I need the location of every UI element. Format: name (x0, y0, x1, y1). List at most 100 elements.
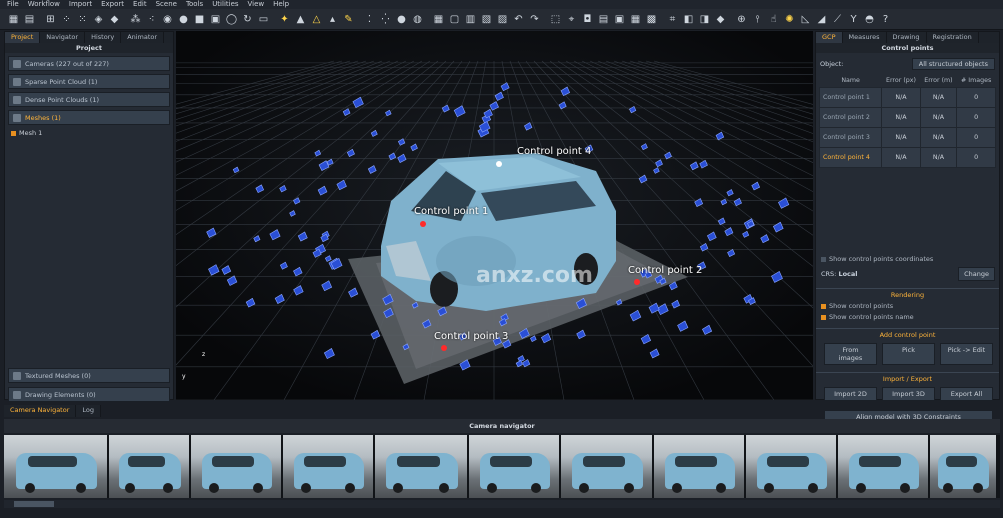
warning-icon[interactable]: △ (309, 12, 324, 27)
undo-icon[interactable]: ↶ (511, 12, 526, 27)
help-icon[interactable]: ? (878, 12, 893, 27)
import-2d-button[interactable]: Import 2D (824, 387, 877, 401)
menu-scene[interactable]: Scene (156, 0, 177, 9)
change-crs-button[interactable]: Change (958, 267, 995, 281)
split-icon[interactable]: ◧ (681, 12, 696, 27)
table-row[interactable]: Control point 4 N/A N/A 0 (818, 147, 996, 168)
tab-registration[interactable]: Registration (927, 32, 979, 43)
frame-icon[interactable]: ▢ (447, 12, 462, 27)
grid-icon[interactable]: ⊞ (43, 12, 58, 27)
orbit-icon[interactable]: ◯ (224, 12, 239, 27)
tab-camera-navigator[interactable]: Camera Navigator (4, 405, 77, 417)
object-select[interactable]: All structured objects (911, 58, 995, 70)
points-icon[interactable]: ⁘ (59, 12, 74, 27)
thumbnail-scrollbar[interactable] (4, 500, 1000, 508)
triangle-icon[interactable]: ▲ (293, 12, 308, 27)
column-header[interactable]: Error (px) (882, 74, 920, 88)
camera-thumbnail[interactable] (930, 435, 996, 498)
sphere-icon[interactable]: ● (394, 12, 409, 27)
solid-icon[interactable]: ■ (192, 12, 207, 27)
box-icon[interactable]: ▭ (256, 12, 271, 27)
column-header[interactable]: # Images (957, 74, 996, 88)
menu-view[interactable]: View (248, 0, 265, 9)
show-control-points-name-checkbox[interactable]: Show control points name (821, 313, 999, 321)
new-project-icon[interactable]: ▦ (6, 12, 21, 27)
brush-icon[interactable]: ✎ (341, 12, 356, 27)
column-header[interactable]: Name (820, 74, 882, 88)
scatter-icon[interactable]: ⁛ (378, 12, 393, 27)
import-3d-button[interactable]: Import 3D (882, 387, 935, 401)
menu-export[interactable]: Export (101, 0, 124, 9)
project-item-dense-cloud[interactable]: Dense Point Clouds (1) (8, 92, 170, 107)
merge-icon[interactable]: ◨ (697, 12, 712, 27)
crop-icon[interactable]: ▣ (612, 12, 627, 27)
tab-gcp[interactable]: GCP (816, 32, 843, 43)
camera-thumbnail[interactable] (654, 435, 744, 498)
cloud-icon[interactable]: ⁙ (75, 12, 90, 27)
filter-icon[interactable]: ▤ (596, 12, 611, 27)
export-all-button[interactable]: Export All (940, 387, 993, 401)
light-icon[interactable]: ✦ (277, 12, 292, 27)
object-icon[interactable]: ◆ (713, 12, 728, 27)
camera-thumbnail[interactable] (746, 435, 836, 498)
tab-measures[interactable]: Measures (843, 32, 887, 43)
pick-button[interactable]: Pick (882, 343, 935, 365)
redo-icon[interactable]: ↷ (527, 12, 542, 27)
control-point-1-marker[interactable] (420, 221, 426, 227)
menu-utilities[interactable]: Utilities (212, 0, 238, 9)
pick-edit-button[interactable]: Pick -> Edit (940, 343, 993, 365)
tab-drawing[interactable]: Drawing (887, 32, 927, 43)
menu-help[interactable]: Help (273, 0, 289, 9)
hand-icon[interactable]: ☝ (766, 12, 781, 27)
column-header[interactable]: Error (m) (920, 74, 957, 88)
mesh-icon[interactable]: ◈ (91, 12, 106, 27)
project-item-drawing-elements[interactable]: Drawing Elements (0) (8, 387, 170, 402)
sparse-icon[interactable]: ⁖ (144, 12, 159, 27)
view-icon[interactable]: ▩ (644, 12, 659, 27)
show-coordinates-checkbox[interactable]: Show control points coordinates (821, 255, 999, 263)
pin-icon[interactable]: ⫯ (750, 12, 765, 27)
camera-thumbnail[interactable] (109, 435, 189, 498)
paint-icon[interactable]: ✺ (782, 12, 797, 27)
menu-file[interactable]: File (7, 0, 19, 9)
panel-icon[interactable]: ▥ (463, 12, 478, 27)
control-point-2-marker[interactable] (634, 279, 640, 285)
project-item-meshes[interactable]: Meshes (1) (8, 110, 170, 125)
rotate-icon[interactable]: ↻ (240, 12, 255, 27)
project-item-sparse-cloud[interactable]: Sparse Point Cloud (1) (8, 74, 170, 89)
mesh-sub-item[interactable]: Mesh 1 (11, 129, 173, 137)
shape-icon[interactable]: ▴ (325, 12, 340, 27)
table-row[interactable]: Control point 2 N/A N/A 0 (818, 107, 996, 128)
menu-import[interactable]: Import (69, 0, 92, 9)
camera-thumbnail[interactable] (561, 435, 652, 498)
dots-icon[interactable]: ⁚ (362, 12, 377, 27)
texture-icon[interactable]: ◉ (160, 12, 175, 27)
target-icon[interactable]: ⊕ (734, 12, 749, 27)
cube-icon[interactable]: ◆ (107, 12, 122, 27)
slice-icon[interactable]: ▧ (479, 12, 494, 27)
camera-thumbnail[interactable] (191, 435, 281, 498)
color-icon[interactable]: ◢ (814, 12, 829, 27)
layer-icon[interactable]: ▦ (431, 12, 446, 27)
fork-icon[interactable]: Y (846, 12, 861, 27)
scrollbar-thumb[interactable] (14, 501, 54, 507)
open-icon[interactable]: ▤ (22, 12, 37, 27)
ruler-icon[interactable]: ◺ (798, 12, 813, 27)
tab-project[interactable]: Project (5, 32, 41, 43)
3d-viewport[interactable]: Control point 4 Control point 1 Control … (176, 31, 813, 400)
camera-thumbnail[interactable] (375, 435, 467, 498)
menu-workflow[interactable]: Workflow (28, 0, 60, 9)
tag-icon[interactable]: ⌗ (665, 12, 680, 27)
tab-history[interactable]: History (85, 32, 122, 43)
tab-navigator[interactable]: Navigator (40, 32, 86, 43)
camera-icon[interactable]: ▣ (208, 12, 223, 27)
camera-thumbnail[interactable] (4, 435, 107, 498)
measure-icon[interactable]: ▦ (628, 12, 643, 27)
shade-icon[interactable]: ● (176, 12, 191, 27)
dense-icon[interactable]: ⁂ (128, 12, 143, 27)
select-icon[interactable]: ⬚ (548, 12, 563, 27)
lasso-icon[interactable]: ⌖ (564, 12, 579, 27)
wand-icon[interactable]: ⟋ (830, 12, 845, 27)
mask-icon[interactable]: ◓ (862, 12, 877, 27)
grid2-icon[interactable]: ▨ (495, 12, 510, 27)
